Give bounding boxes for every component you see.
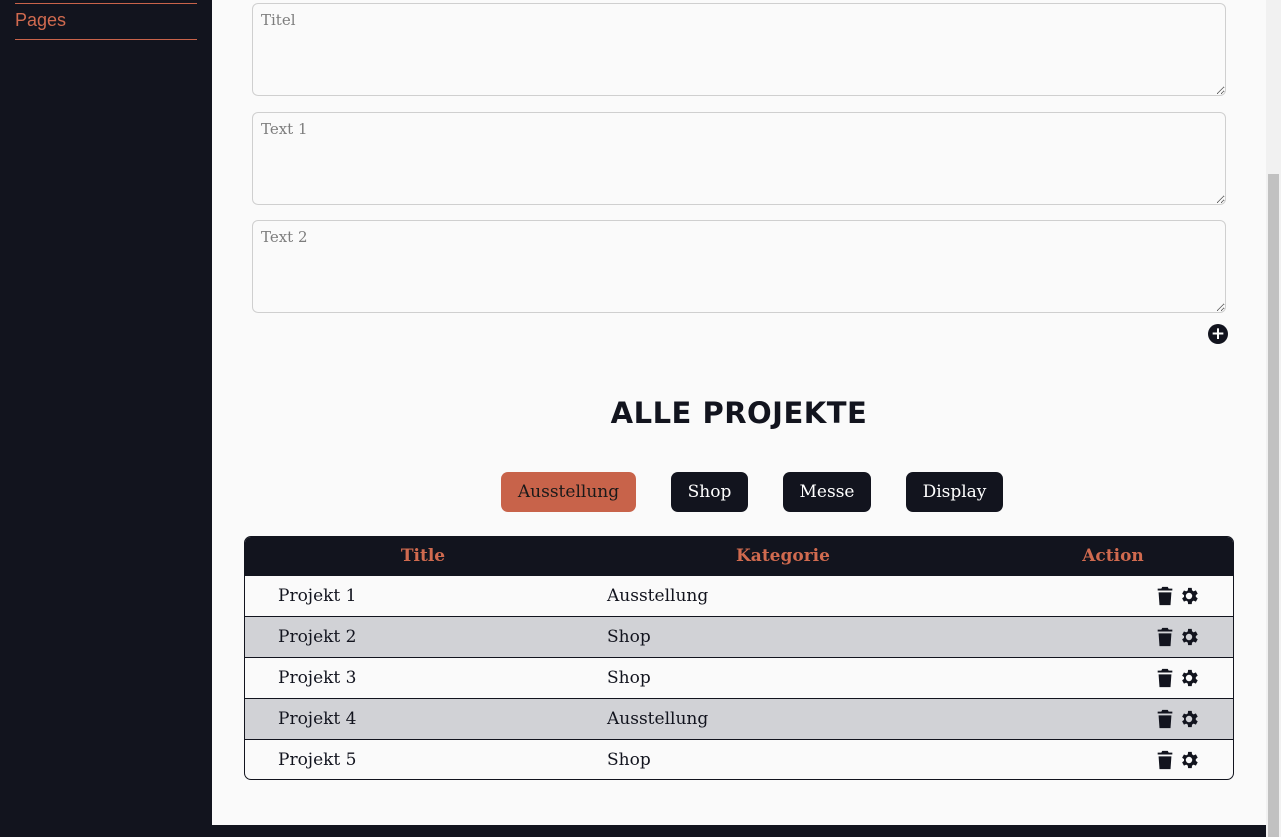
gear-icon[interactable] [1178,749,1200,771]
scrollbar-thumb[interactable] [1268,174,1279,837]
column-header-title[interactable]: Title [245,537,601,576]
column-header-action: Action [1082,546,1144,566]
sidebar: Pages [0,0,212,837]
project-title: Projekt 1 [278,586,357,606]
project-title: Projekt 2 [278,627,357,647]
section-title: ALLE PROJEKTE [610,396,868,430]
project-category: Ausstellung [607,586,709,606]
gear-icon[interactable] [1178,626,1200,648]
project-title: Projekt 4 [278,709,357,729]
table-row: Projekt 1 Ausstellung [245,575,1233,616]
sidebar-divider [15,3,197,4]
trash-icon[interactable] [1154,585,1176,607]
sidebar-item-pages[interactable]: Pages [15,10,66,31]
project-category: Ausstellung [607,709,709,729]
gear-icon[interactable] [1178,585,1200,607]
filter-messe-button[interactable]: Messe [783,472,871,512]
footer-strip [212,825,1266,837]
page-scrollbar[interactable] [1266,0,1281,837]
title-field[interactable] [252,3,1226,96]
add-field-button[interactable]: + [1208,324,1228,344]
projects-table: Title Kategorie Action Projekt 1 Ausstel… [244,536,1234,780]
project-title: Projekt 3 [278,668,357,688]
table-row: Projekt 3 Shop [245,657,1233,698]
main-content: + ALLE PROJEKTE Ausstellung Shop Messe D… [212,0,1266,825]
filter-shop-button[interactable]: Shop [671,472,748,512]
trash-icon[interactable] [1154,749,1176,771]
gear-icon[interactable] [1178,708,1200,730]
project-category: Shop [607,627,651,647]
table-header: Title Kategorie Action [245,537,1233,576]
table-row: Projekt 5 Shop [245,739,1233,779]
table-row: Projekt 4 Ausstellung [245,698,1233,739]
plus-circle-icon: + [1210,324,1226,344]
text2-field[interactable] [252,220,1226,313]
project-category: Shop [607,668,651,688]
trash-icon[interactable] [1154,708,1176,730]
sidebar-divider [15,39,197,40]
trash-icon[interactable] [1154,626,1176,648]
text1-field[interactable] [252,112,1226,205]
filter-display-button[interactable]: Display [906,472,1003,512]
trash-icon[interactable] [1154,667,1176,689]
gear-icon[interactable] [1178,667,1200,689]
project-category: Shop [607,750,651,770]
column-header-kategorie[interactable]: Kategorie [601,537,965,576]
table-row: Projekt 2 Shop [245,616,1233,657]
project-title: Projekt 5 [278,750,357,770]
filter-ausstellung-button[interactable]: Ausstellung [501,472,636,512]
